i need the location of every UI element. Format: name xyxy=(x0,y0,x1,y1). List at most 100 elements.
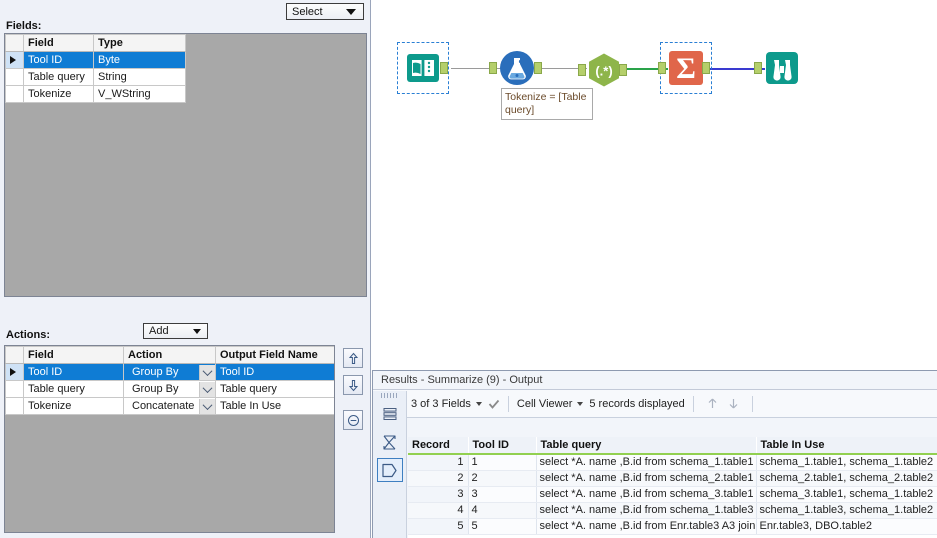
results-grid-container[interactable]: Record Tool ID Table query Table In Use … xyxy=(408,437,937,538)
tool-id-cell[interactable]: 2 xyxy=(468,470,537,487)
output-port[interactable] xyxy=(619,64,627,76)
action-select-cell[interactable]: Concatenate xyxy=(123,397,216,415)
row-selector[interactable] xyxy=(5,380,24,398)
table-in-use-cell[interactable]: schema_3.table1, schema_1.table2 xyxy=(756,486,937,503)
action-select-cell[interactable]: Group By xyxy=(123,363,216,381)
table-row[interactable]: 5 5 select *A. name ,B.id from Enr.table… xyxy=(408,518,937,535)
table-row[interactable]: Table query String xyxy=(5,68,186,86)
field-type-cell[interactable]: Byte xyxy=(93,51,186,69)
table-in-use-cell[interactable]: schema_1.table3, schema_1.table2 xyxy=(756,502,937,519)
select-dropdown-label: Select xyxy=(292,5,323,18)
chevron-down-icon[interactable] xyxy=(199,381,215,397)
svg-text:Σ: Σ xyxy=(676,52,696,85)
input-data-tool[interactable] xyxy=(397,42,449,94)
table-row[interactable]: Tokenize Concatenate Table In Use xyxy=(5,397,334,415)
action-field-cell[interactable]: Table query xyxy=(23,380,124,398)
table-query-cell[interactable]: select *A. name ,B.id from Enr.table3 A3… xyxy=(536,518,757,535)
actions-col-field[interactable]: Field xyxy=(23,346,124,364)
field-type-cell[interactable]: String xyxy=(93,68,186,86)
table-query-cell[interactable]: select *A. name ,B.id from schema_1.tabl… xyxy=(536,454,757,471)
fields-selector[interactable]: 3 of 3 Fields xyxy=(411,398,482,410)
fields-col-field[interactable]: Field xyxy=(23,34,94,52)
browse-tool[interactable] xyxy=(754,49,801,87)
workflow-canvas[interactable]: (.*) Σ Tokenize = [Table query] xyxy=(372,0,937,370)
drag-grip-icon[interactable] xyxy=(380,393,399,398)
move-down-button[interactable] xyxy=(343,375,363,395)
table-query-cell[interactable]: select *A. name ,B.id from schema_1.tabl… xyxy=(536,502,757,519)
arrow-up-icon[interactable] xyxy=(706,397,719,410)
action-value: Group By xyxy=(132,366,179,378)
actions-grid[interactable]: Field Action Output Field Name Tool ID G… xyxy=(5,346,334,415)
results-col-table-query[interactable]: Table query xyxy=(536,437,757,455)
table-row[interactable]: 1 1 select *A. name ,B.id from schema_1.… xyxy=(408,454,937,471)
rail-button-output[interactable] xyxy=(376,458,403,482)
actions-label: Actions: xyxy=(6,329,50,341)
row-selector[interactable] xyxy=(5,85,24,103)
results-col-tool-id[interactable]: Tool ID xyxy=(468,437,537,455)
fields-grid[interactable]: Field Type Tool ID Byte Table query Stri… xyxy=(5,34,186,103)
input-port[interactable] xyxy=(578,64,586,76)
action-output-cell[interactable]: Table query xyxy=(215,380,334,398)
results-title: Results - Summarize (9) - Output xyxy=(373,371,937,390)
table-row[interactable]: 2 2 select *A. name ,B.id from schema_2.… xyxy=(408,470,937,487)
checkmark-icon[interactable] xyxy=(488,398,500,410)
table-row[interactable]: 3 3 select *A. name ,B.id from schema_3.… xyxy=(408,486,937,503)
table-row[interactable]: Table query Group By Table query xyxy=(5,380,334,398)
field-type-cell[interactable]: V_WString xyxy=(93,85,186,103)
record-number: 1 xyxy=(408,454,469,471)
tool-id-cell[interactable]: 3 xyxy=(468,486,537,503)
regex-tool[interactable]: (.*) xyxy=(578,51,627,89)
actions-col-output[interactable]: Output Field Name xyxy=(215,346,334,364)
summarize-tool[interactable]: Σ xyxy=(658,42,712,94)
chevron-down-icon[interactable] xyxy=(199,398,215,414)
move-up-button[interactable] xyxy=(343,348,363,368)
actions-col-action[interactable]: Action xyxy=(123,346,216,364)
table-query-cell[interactable]: select *A. name ,B.id from schema_3.tabl… xyxy=(536,486,757,503)
rail-button-all-messages[interactable] xyxy=(377,402,403,426)
action-select-cell[interactable]: Group By xyxy=(123,380,216,398)
cell-viewer-selector[interactable]: Cell Viewer xyxy=(517,398,584,410)
table-in-use-cell[interactable]: Enr.table3, DBO.table2 xyxy=(756,518,937,535)
tool-id-cell[interactable]: 5 xyxy=(468,518,537,535)
input-port[interactable] xyxy=(489,62,497,74)
action-output-cell[interactable]: Tool ID xyxy=(215,363,334,381)
tool-id-cell[interactable]: 4 xyxy=(468,502,537,519)
row-selector[interactable] xyxy=(5,363,24,381)
remove-button[interactable] xyxy=(343,410,363,430)
input-port[interactable] xyxy=(658,62,666,74)
action-field-cell[interactable]: Tokenize xyxy=(23,397,124,415)
row-selector[interactable] xyxy=(5,51,24,69)
results-grid[interactable]: Record Tool ID Table query Table In Use … xyxy=(408,437,937,535)
table-in-use-cell[interactable]: schema_1.table1, schema_1.table2 xyxy=(756,454,937,471)
row-selector[interactable] xyxy=(5,68,24,86)
table-query-cell[interactable]: select *A. name ,B.id from schema_2.tabl… xyxy=(536,470,757,487)
action-output-cell[interactable]: Table In Use xyxy=(215,397,334,415)
add-dropdown[interactable]: Add xyxy=(143,323,208,339)
fields-col-type[interactable]: Type xyxy=(93,34,186,52)
table-row[interactable]: Tool ID Group By Tool ID xyxy=(5,363,334,381)
table-in-use-cell[interactable]: schema_2.table1, schema_2.table2 xyxy=(756,470,937,487)
results-col-record[interactable]: Record xyxy=(408,437,469,455)
field-name-cell[interactable]: Table query xyxy=(23,68,94,86)
chevron-down-icon[interactable] xyxy=(199,364,215,380)
output-port[interactable] xyxy=(534,62,542,74)
field-name-cell[interactable]: Tokenize xyxy=(23,85,94,103)
action-field-cell[interactable]: Tool ID xyxy=(23,363,124,381)
output-port[interactable] xyxy=(702,62,710,74)
table-row[interactable]: 4 4 select *A. name ,B.id from schema_1.… xyxy=(408,502,937,519)
field-name-cell[interactable]: Tool ID xyxy=(23,51,94,69)
table-row[interactable]: Tool ID Byte xyxy=(5,51,186,69)
table-row[interactable]: Tokenize V_WString xyxy=(5,85,186,103)
arrow-down-icon[interactable] xyxy=(727,397,740,410)
arrow-up-icon xyxy=(348,352,358,364)
row-selector[interactable] xyxy=(5,397,24,415)
select-dropdown[interactable]: Select xyxy=(286,3,364,20)
fields-label: Fields: xyxy=(6,20,42,32)
input-port[interactable] xyxy=(754,62,762,74)
tool-annotation[interactable]: Tokenize = [Table query] xyxy=(501,88,593,120)
rail-button-summarize[interactable] xyxy=(377,430,403,454)
results-col-table-in-use[interactable]: Table In Use xyxy=(756,437,937,455)
formula-tool[interactable] xyxy=(489,49,542,87)
output-port[interactable] xyxy=(440,62,448,74)
tool-id-cell[interactable]: 1 xyxy=(468,454,537,471)
